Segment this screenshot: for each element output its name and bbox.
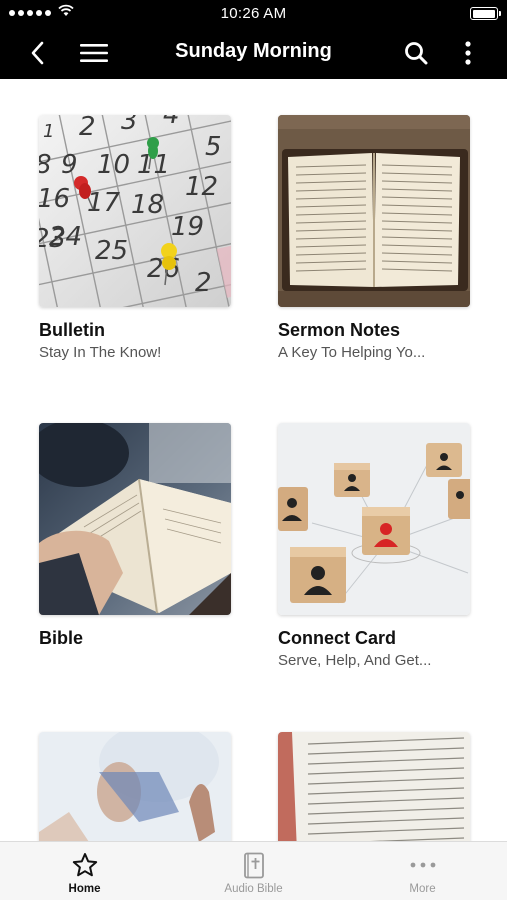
vertical-dots-icon	[465, 40, 471, 65]
bulletin-thumbnail: 12345 89101112 16171819 232425262	[39, 115, 231, 307]
horizontal-dots-icon	[410, 862, 435, 868]
card-title: Connect Card	[278, 628, 397, 648]
svg-text:5: 5	[205, 132, 222, 162]
svg-text:10: 10	[97, 150, 130, 180]
svg-text:24: 24	[49, 222, 82, 252]
svg-text:25: 25	[95, 236, 128, 266]
card-bible-study[interactable]	[278, 732, 474, 841]
svg-text:18: 18	[131, 190, 164, 220]
worship-thumbnail	[39, 732, 231, 841]
sermon-notes-thumbnail	[278, 115, 470, 307]
star-icon	[72, 853, 97, 877]
svg-text:17: 17	[87, 188, 121, 218]
svg-text:26: 26	[147, 254, 180, 284]
chevron-left-icon	[31, 41, 44, 64]
bible-study-thumbnail	[278, 732, 470, 841]
svg-text:9: 9	[61, 150, 78, 180]
svg-text:3: 3	[121, 115, 138, 136]
connect-card-thumbnail	[278, 423, 470, 615]
more-options-button[interactable]	[455, 26, 481, 79]
card-bible[interactable]: Bible	[39, 423, 235, 652]
svg-text:2: 2	[195, 268, 212, 298]
search-icon	[405, 41, 428, 64]
card-subtitle: Stay In The Know!	[39, 344, 162, 361]
back-button[interactable]	[20, 26, 56, 79]
page-title: Sunday Morning	[175, 40, 332, 62]
tab-audio-bible[interactable]: Audio Bible	[169, 842, 338, 900]
svg-text:16: 16	[39, 184, 70, 214]
tab-home[interactable]: Home	[0, 842, 169, 900]
card-title: Bible	[39, 628, 84, 648]
card-title: Sermon Notes	[278, 320, 401, 340]
svg-text:2: 2	[79, 115, 96, 142]
battery-icon	[470, 7, 501, 20]
card-title: Bulletin	[39, 320, 105, 340]
svg-text:12: 12	[185, 172, 218, 202]
tab-label: Home	[68, 883, 101, 895]
card-worship[interactable]	[39, 732, 235, 841]
svg-text:8: 8	[39, 150, 52, 180]
bible-icon	[243, 852, 264, 878]
search-button[interactable]	[398, 26, 434, 79]
card-subtitle: A Key To Helping Yo...	[278, 344, 426, 361]
svg-text:4: 4	[163, 115, 180, 130]
svg-text:1: 1	[43, 121, 54, 142]
tab-label: More	[409, 883, 436, 895]
card-sermon-notes[interactable]: Sermon Notes A Key To Helping Yo...	[278, 115, 474, 361]
card-connect-card[interactable]: Connect Card Serve, Help, And Get...	[278, 423, 474, 669]
card-subtitle: Serve, Help, And Get...	[278, 652, 432, 669]
menu-button[interactable]	[76, 26, 112, 79]
content-grid: 12345 89101112 16171819 232425262	[0, 79, 507, 841]
card-bulletin[interactable]: 12345 89101112 16171819 232425262	[39, 115, 235, 361]
svg-text:19: 19	[171, 212, 204, 242]
tab-bar: Home Audio Bible More	[0, 841, 507, 900]
hamburger-icon	[80, 43, 108, 62]
tab-label: Audio Bible	[224, 883, 283, 895]
status-bar: 10:26 AM	[0, 0, 507, 26]
nav-bar: Sunday Morning	[0, 26, 507, 79]
bible-thumbnail	[39, 423, 231, 615]
tab-more[interactable]: More	[338, 842, 507, 900]
status-time: 10:26 AM	[220, 5, 287, 22]
